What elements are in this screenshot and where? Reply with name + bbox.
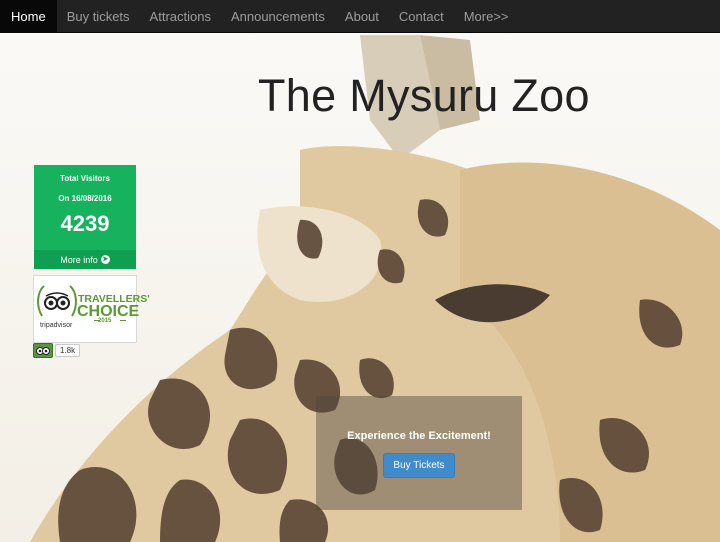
cta-text: Experience the Excitement!: [347, 430, 491, 442]
tripadvisor-follow-button[interactable]: [33, 343, 53, 358]
visitors-widget: Total Visitors On 16/08/2016 4239 More i…: [34, 165, 136, 269]
nav-about[interactable]: About: [335, 0, 389, 32]
visitors-date: On 16/08/2016: [58, 194, 112, 203]
nav-attractions[interactable]: Attractions: [140, 0, 221, 32]
tripadvisor-badge[interactable]: TRAVELLERS' CHOICE 2015 tripadvisor: [33, 275, 150, 343]
nav-home[interactable]: Home: [0, 0, 57, 32]
ta-brand-label: tripadvisor: [40, 322, 73, 329]
ta-year-label: 2015: [98, 318, 112, 324]
owl-icon: [36, 347, 50, 355]
visitors-label: Total Visitors: [60, 174, 110, 183]
nav-more[interactable]: More>>: [454, 0, 519, 32]
more-info-link[interactable]: More info ➤: [34, 250, 136, 269]
nav-contact[interactable]: Contact: [389, 0, 454, 32]
top-navbar: Home Buy tickets Attractions Announcemen…: [0, 0, 720, 33]
more-info-label: More info: [60, 254, 98, 265]
visitors-count: 4239: [60, 211, 110, 236]
page-title: The Mysuru Zoo: [258, 70, 590, 121]
cta-panel: Experience the Excitement! Buy Tickets: [316, 396, 522, 510]
nav-announcements[interactable]: Announcements: [221, 0, 335, 32]
buy-tickets-button[interactable]: Buy Tickets: [383, 453, 455, 478]
arrow-circle-right-icon: ➤: [100, 255, 110, 264]
tripadvisor-follow-count: 1.8k: [55, 344, 81, 357]
nav-buy-tickets[interactable]: Buy tickets: [57, 0, 140, 32]
